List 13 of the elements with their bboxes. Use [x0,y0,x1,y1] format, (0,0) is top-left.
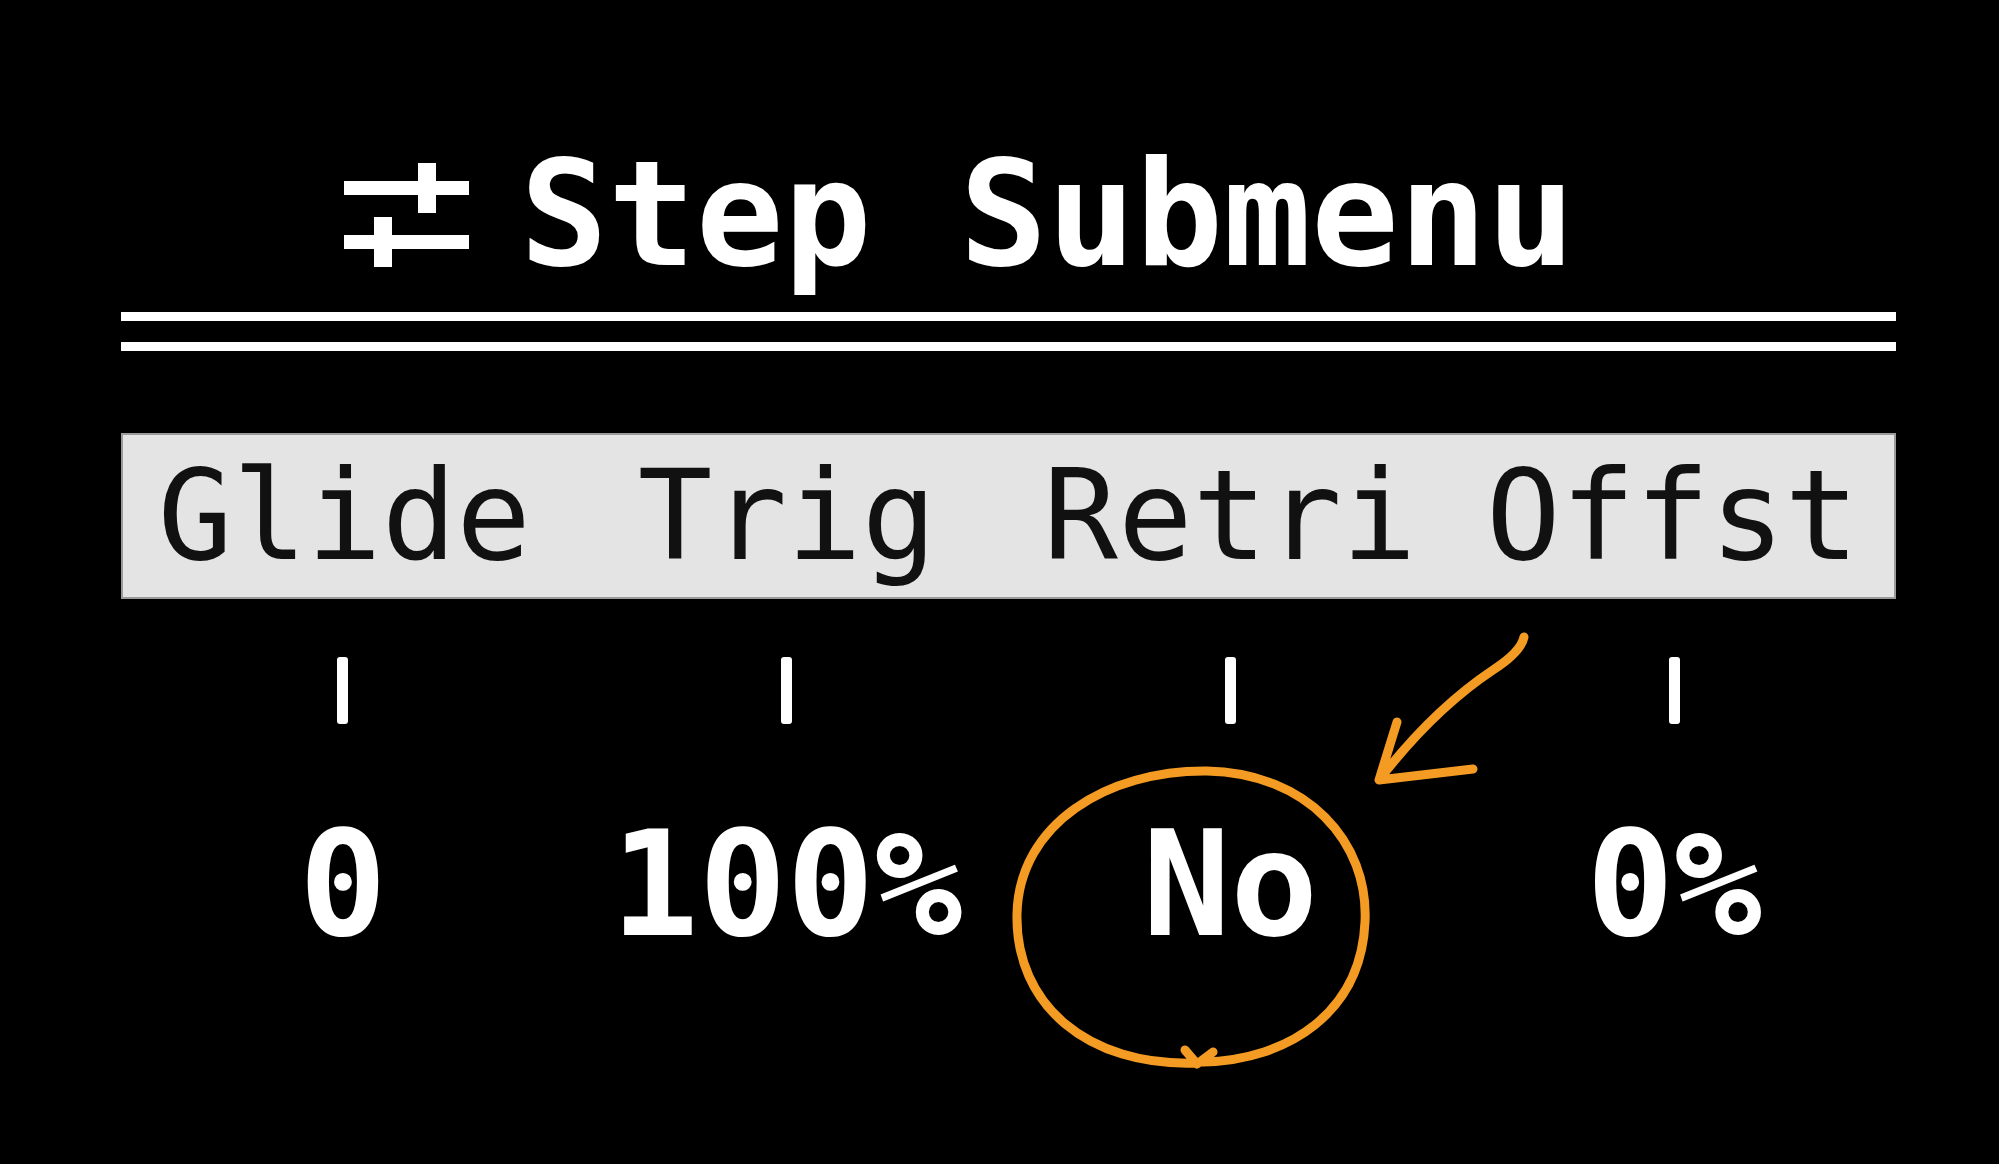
param-value: No [1142,799,1319,969]
param-value: 0 [298,799,387,969]
param-value: 100% [610,799,963,969]
column-label: Offst [1486,442,1860,590]
tick-mark-icon [1224,657,1236,724]
column-label: Retri [1043,442,1417,590]
screen-title: Step Submenu [520,127,1575,301]
tick-mark-icon [1668,657,1680,724]
column-label: Glide [157,442,531,590]
column-label: Trig [637,442,937,590]
tick-mark-icon [781,657,793,724]
param-value: 0% [1586,799,1763,969]
tick-mark-icon [337,657,349,724]
